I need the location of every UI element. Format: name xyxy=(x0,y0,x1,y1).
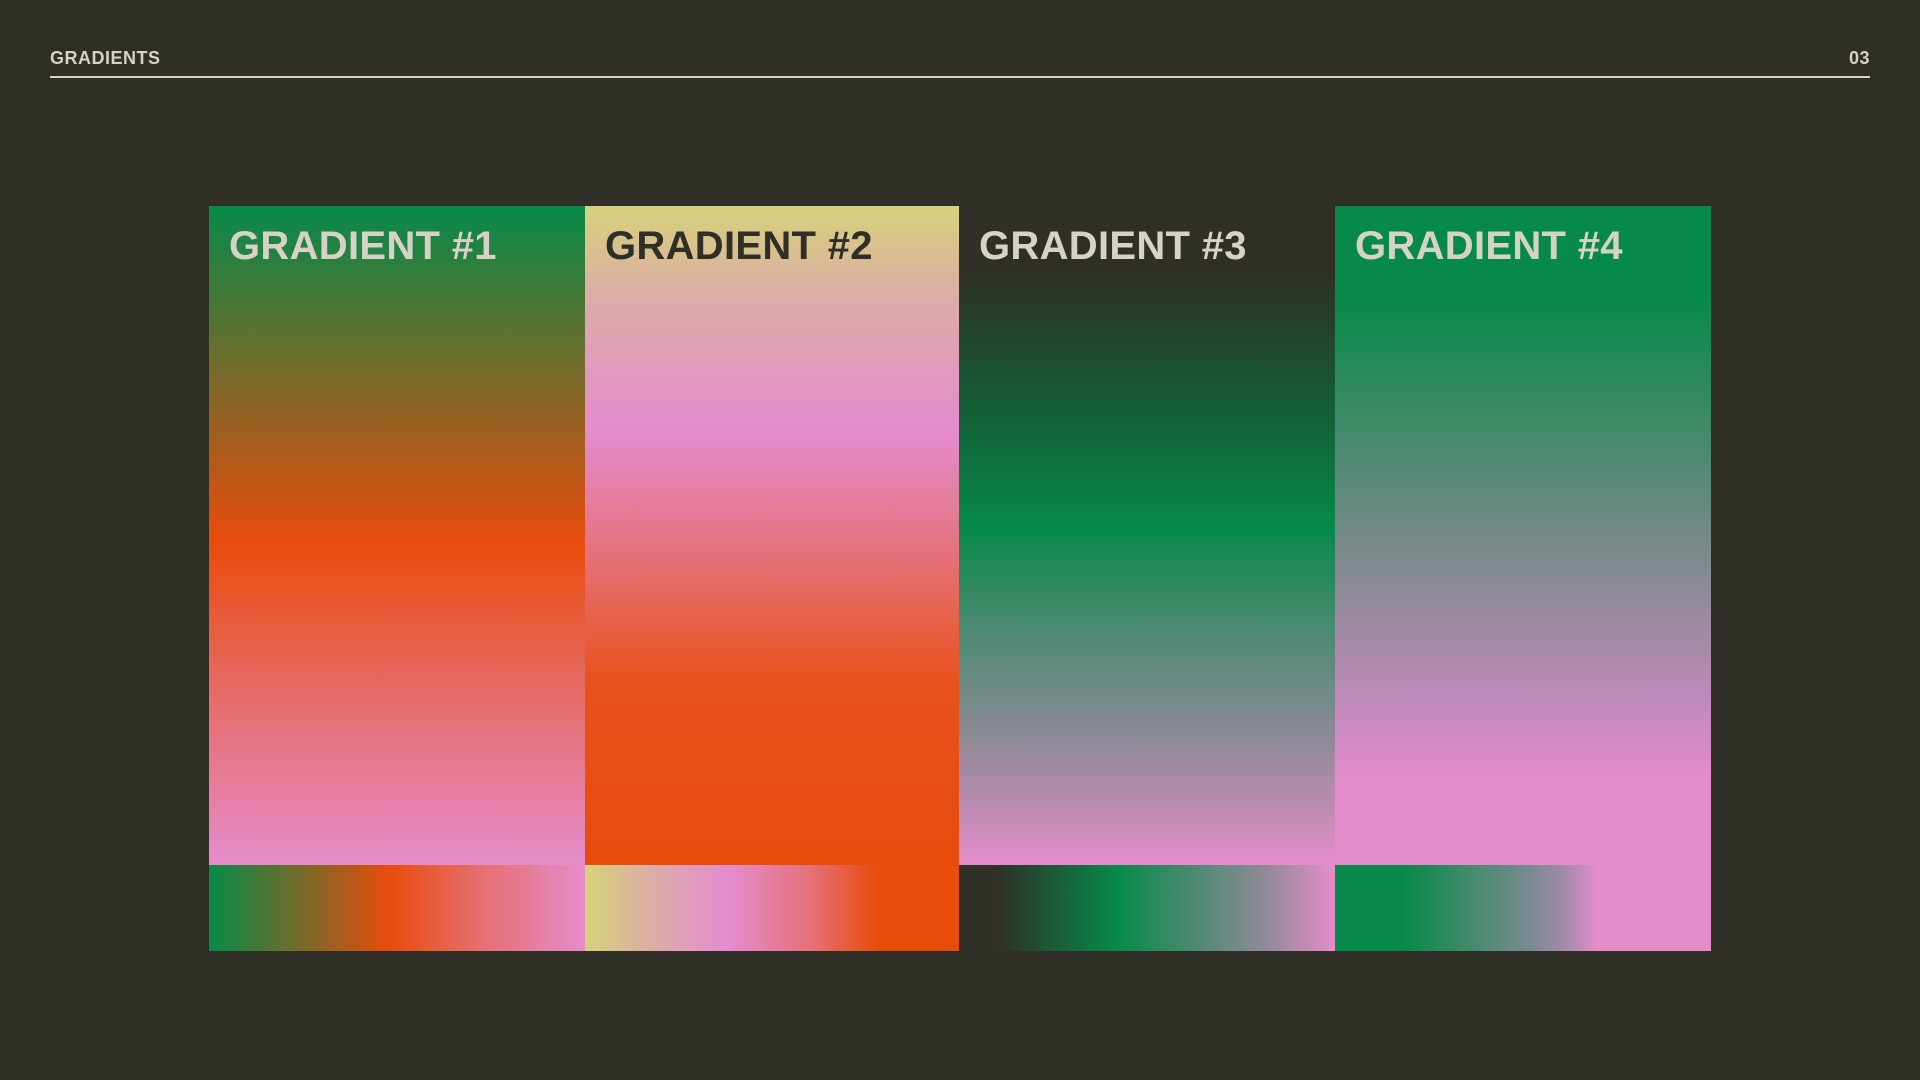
gradient-swatch-vertical-1 xyxy=(209,206,585,865)
gradient-panel-2: GRADIENT #2 xyxy=(585,206,959,951)
gradient-swatch-vertical-2 xyxy=(585,206,959,865)
gradient-panel-1: GRADIENT #1 xyxy=(209,206,585,951)
slide-header: GRADIENTS 03 xyxy=(50,46,1870,78)
gradient-label-1: GRADIENT #1 xyxy=(229,224,497,268)
gradient-panel-3: GRADIENT #3 xyxy=(959,206,1335,951)
gradient-swatch-vertical-3 xyxy=(959,206,1335,865)
gradient-swatch-horizontal-4 xyxy=(1335,865,1711,951)
page-number: 03 xyxy=(1848,48,1870,68)
gradient-panels: GRADIENT #1 GRADIENT #2 GRADIENT #3 GRAD… xyxy=(209,206,1711,951)
gradient-swatch-vertical-4 xyxy=(1335,206,1711,865)
slide-title: GRADIENTS xyxy=(50,48,161,68)
gradient-label-2: GRADIENT #2 xyxy=(605,224,873,268)
gradient-label-3: GRADIENT #3 xyxy=(979,224,1247,268)
gradient-swatch-horizontal-1 xyxy=(209,865,585,951)
gradient-label-4: GRADIENT #4 xyxy=(1355,224,1623,268)
gradient-swatch-horizontal-3 xyxy=(959,865,1335,951)
gradient-panel-4: GRADIENT #4 xyxy=(1335,206,1711,951)
gradient-swatch-horizontal-2 xyxy=(585,865,959,951)
